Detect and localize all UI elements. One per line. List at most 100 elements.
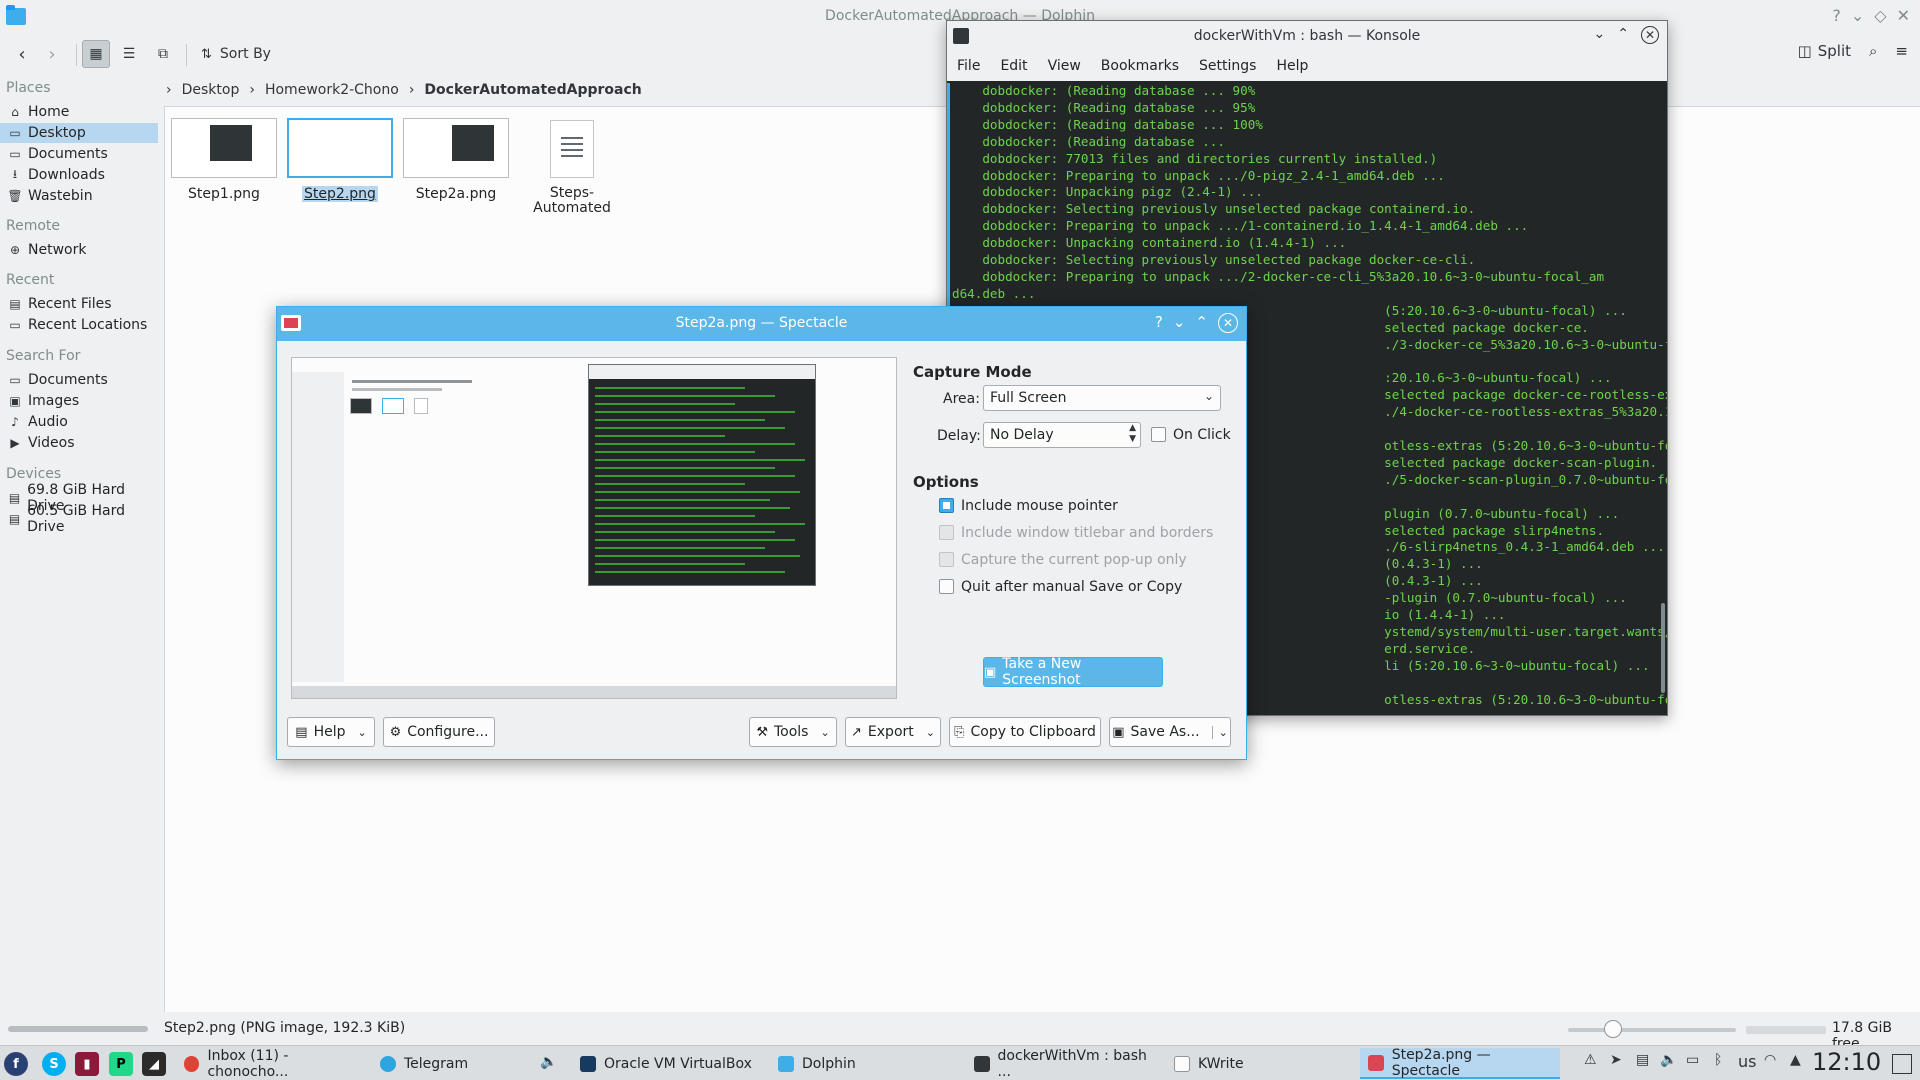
minimize-icon[interactable]: ⌄ <box>1173 313 1186 333</box>
sidebar-item-audio[interactable]: ♪ Audio <box>0 412 158 432</box>
maximize-icon[interactable]: ⌃ <box>1617 26 1629 44</box>
breadcrumb-desktop[interactable]: Desktop <box>182 82 240 98</box>
speaker-icon[interactable]: 🔈 <box>540 1054 557 1070</box>
maximize-icon[interactable]: ◇ <box>1874 6 1886 25</box>
compact-view-icon[interactable]: ☰ <box>116 40 142 68</box>
icons-view-icon[interactable]: ▦ <box>82 40 110 68</box>
notifications-icon[interactable]: ⚠ <box>1584 1052 1597 1068</box>
sidebar-item-label: Wastebin <box>28 188 93 204</box>
forward-icon[interactable]: › <box>40 40 64 68</box>
sidebar-item-downloads[interactable]: ⭳ Downloads <box>0 165 158 185</box>
capture-popup-checkbox[interactable] <box>939 552 954 567</box>
area-combobox[interactable]: Full Screen ⌄ <box>983 385 1221 411</box>
export-button[interactable]: ↗ Export ⌄ <box>845 717 941 747</box>
skype-icon[interactable]: S <box>42 1052 66 1076</box>
split-button[interactable]: ◫ Split <box>1798 42 1851 60</box>
sidebar-item-network[interactable]: ⊕ Network <box>0 240 158 260</box>
sidebar-item-wastebin[interactable]: 🗑 Wastebin <box>0 186 158 206</box>
spin-arrows-icon[interactable]: ▲ ▼ <box>1129 423 1136 445</box>
tools-button[interactable]: ⚒ Tools ⌄ <box>749 717 837 747</box>
sidebar-item-search-documents[interactable]: ▭ Documents <box>0 370 158 390</box>
maximize-icon[interactable]: ⌃ <box>1195 313 1208 333</box>
sort-by-button[interactable]: ⇅ Sort By <box>196 40 276 68</box>
status-bar: Step2.png (PNG image, 192.3 KiB) 17.8 Gi… <box>0 1014 1920 1052</box>
sidebar-item-recent-files[interactable]: ▤ Recent Files <box>0 294 158 314</box>
include-titlebar-checkbox[interactable] <box>939 525 954 540</box>
task-kwrite[interactable]: KWrite <box>1166 1048 1356 1079</box>
quit-after-save-checkbox[interactable] <box>939 579 954 594</box>
task-spectacle[interactable]: Step2a.png — Spectacle <box>1360 1047 1560 1079</box>
include-mouse-pointer-checkbox[interactable] <box>939 498 954 513</box>
on-click-checkbox[interactable] <box>1151 427 1166 442</box>
menu-view[interactable]: View <box>1048 58 1081 74</box>
close-icon[interactable]: ✕ <box>1218 313 1238 333</box>
jetbrains-icon[interactable]: ▮ <box>75 1052 99 1076</box>
sidebar-item-videos[interactable]: ▶ Videos <box>0 433 158 453</box>
help-button[interactable]: ▤ Help ⌄ <box>287 717 375 747</box>
task-dolphin[interactable]: Dolphin <box>770 1048 960 1079</box>
zoom-slider-handle[interactable] <box>1604 1020 1622 1038</box>
sidebar-item-documents[interactable]: ▭ Documents <box>0 144 158 164</box>
volume-icon[interactable]: 🔈 <box>1660 1052 1677 1068</box>
menu-settings[interactable]: Settings <box>1199 58 1256 74</box>
menu-help[interactable]: Help <box>1276 58 1308 74</box>
help-icon[interactable]: ? <box>1832 6 1841 25</box>
chevron-down-icon[interactable]: ⌄ <box>1211 725 1228 739</box>
menu-bookmarks[interactable]: Bookmarks <box>1101 58 1179 74</box>
take-new-screenshot-button[interactable]: ▣ Take a New Screenshot <box>983 656 1163 688</box>
sidebar-item-home[interactable]: ⌂ Home <box>0 102 158 122</box>
close-icon[interactable]: ✕ <box>1641 26 1659 44</box>
clock[interactable]: 12:10 <box>1812 1048 1881 1076</box>
breadcrumb-homework[interactable]: Homework2-Chono <box>265 82 399 98</box>
show-desktop-icon[interactable] <box>1892 1054 1912 1074</box>
minimize-icon[interactable]: ⌄ <box>1594 26 1606 44</box>
sidebar-item-drive-2[interactable]: ▤ 60.5 GiB Hard Drive <box>0 503 158 535</box>
menu-file[interactable]: File <box>957 58 980 74</box>
battery-icon[interactable]: ▭ <box>1686 1052 1699 1068</box>
file-item[interactable]: Steps- Automated <box>518 118 626 216</box>
minimize-icon[interactable]: ⌄ <box>1851 6 1864 25</box>
file-item[interactable]: Step2a.png <box>402 118 510 202</box>
terminal-scrollbar[interactable] <box>1661 603 1665 693</box>
save-as-button[interactable]: ▣ Save As... ⌄ <box>1109 717 1231 747</box>
file-item-selected[interactable]: Step2.png <box>286 118 394 202</box>
keyboard-layout[interactable]: us <box>1738 1052 1756 1071</box>
pycharm-icon[interactable]: P <box>109 1052 133 1076</box>
breadcrumb-current[interactable]: DockerAutomatedApproach <box>424 82 641 98</box>
spectacle-window: Step2a.png — Spectacle ? ⌄ ⌃ ✕ Capture M… <box>276 306 1247 760</box>
wifi-icon[interactable]: ◠ <box>1764 1052 1776 1068</box>
clipboard-icon[interactable]: ▤ <box>1636 1052 1649 1068</box>
task-chrome[interactable]: Inbox (11) - chonocho... <box>176 1047 368 1080</box>
menu-edit[interactable]: Edit <box>1000 58 1027 74</box>
delay-spinbox[interactable]: No Delay ▲ ▼ <box>983 422 1141 448</box>
tray-expand-icon[interactable]: ▲ <box>1790 1052 1801 1068</box>
file-item[interactable]: Step1.png <box>170 118 278 202</box>
zoom-slider[interactable] <box>1568 1028 1736 1032</box>
configure-button[interactable]: ⚙ Configure... <box>383 717 495 747</box>
task-konsole[interactable]: dockerWithVm : bash ... <box>966 1048 1160 1080</box>
hamburger-menu-icon[interactable]: ≡ <box>1895 42 1908 60</box>
telegram-tray-icon[interactable]: ➤ <box>1610 1052 1622 1068</box>
audio-icon: ♪ <box>11 415 19 429</box>
trash-icon: 🗑 <box>7 189 23 203</box>
screenshot-preview[interactable] <box>291 357 897 699</box>
copy-to-clipboard-button[interactable]: ⎘ Copy to Clipboard <box>949 717 1101 747</box>
sidebar-item-images[interactable]: ▣ Images <box>0 391 158 411</box>
search-icon[interactable]: ⌕ <box>1869 42 1877 60</box>
close-icon[interactable]: ✕ <box>1897 6 1910 25</box>
task-virtualbox[interactable]: Oracle VM VirtualBox <box>572 1048 762 1079</box>
details-view-icon[interactable]: ⧉ <box>150 40 176 68</box>
help-icon[interactable]: ? <box>1155 313 1163 333</box>
horizontal-scrollbar[interactable] <box>8 1026 148 1032</box>
sidebar-item-recent-locations[interactable]: ▭ Recent Locations <box>0 315 158 335</box>
fedora-launcher-icon[interactable]: f <box>4 1052 28 1076</box>
spectacle-window-title: Step2a.png — Spectacle <box>675 315 848 331</box>
folder-icon: ▭ <box>9 147 21 161</box>
sidebar-item-desktop[interactable]: ▭ Desktop <box>0 123 158 143</box>
ide-icon[interactable]: ◢ <box>142 1052 166 1076</box>
task-telegram[interactable]: Telegram <box>372 1048 532 1079</box>
task-label: Inbox (11) - chonocho... <box>207 1047 289 1080</box>
back-icon[interactable]: ‹ <box>10 40 34 68</box>
take-new-screenshot-label: Take a New Screenshot <box>1002 656 1082 688</box>
bluetooth-icon[interactable]: ᛒ <box>1714 1052 1722 1068</box>
